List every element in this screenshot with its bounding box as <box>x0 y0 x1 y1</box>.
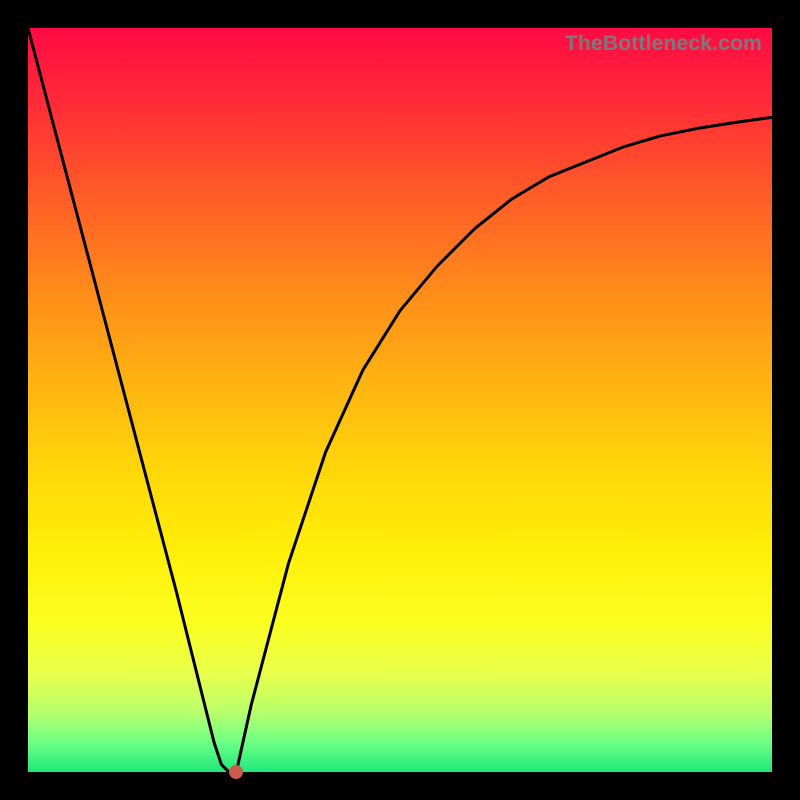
plot-area: TheBottleneck.com <box>28 28 772 772</box>
bottleneck-curve <box>28 28 772 772</box>
curve-path <box>28 28 772 772</box>
min-point-marker <box>229 765 243 779</box>
chart-frame: TheBottleneck.com <box>0 0 800 800</box>
